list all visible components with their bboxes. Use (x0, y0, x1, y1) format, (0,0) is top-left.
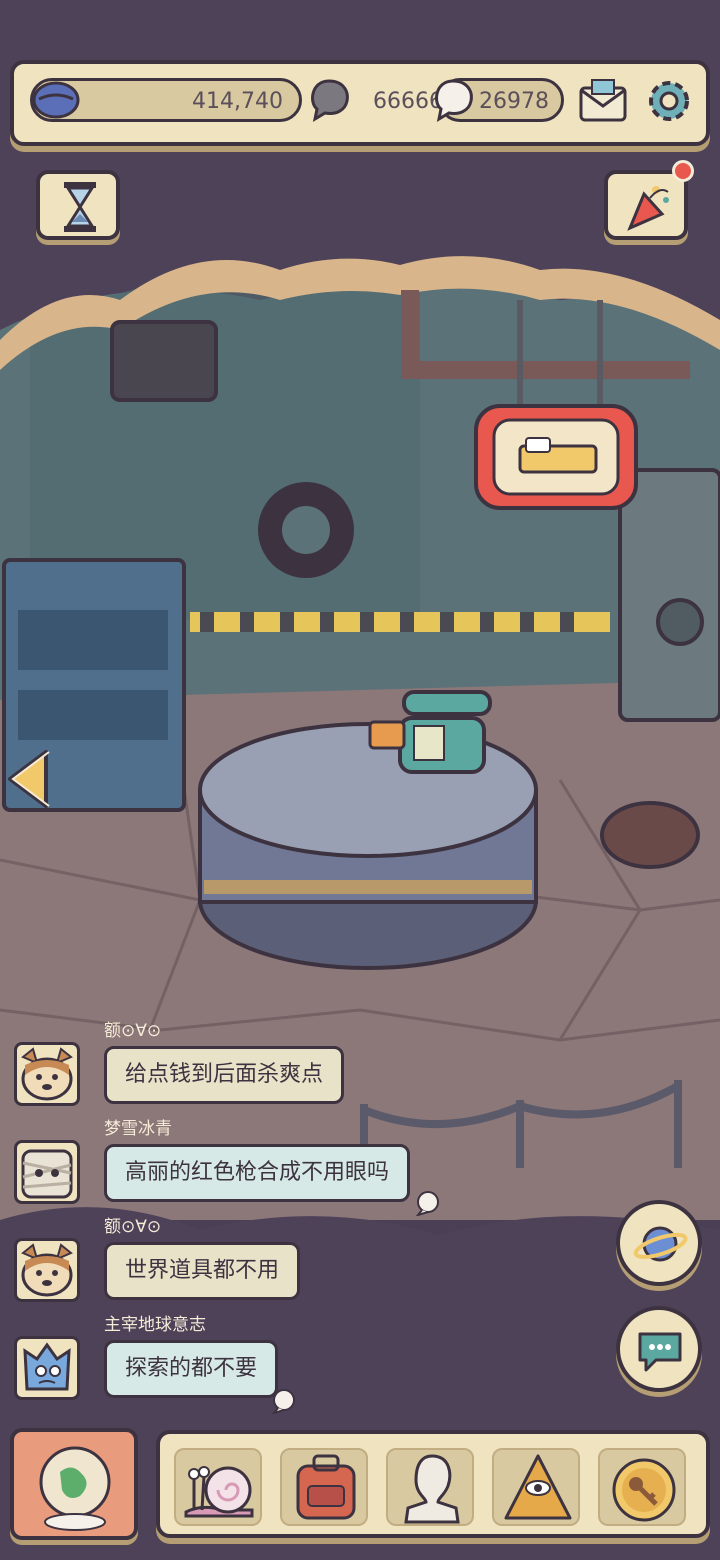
mail-icon[interactable] (578, 76, 628, 126)
mummy-avatar (14, 1140, 80, 1204)
planet-icon (632, 1216, 688, 1272)
snail-icon (182, 1452, 258, 1524)
chat-bubble: 高丽的红色枪合成不用眼吗 (104, 1144, 411, 1202)
white-gem-counter[interactable]: 26978 (435, 78, 564, 123)
chat-bubble: 世界道具都不用 (104, 1242, 301, 1300)
pyramid-eye-icon (500, 1452, 576, 1524)
nav-item-backpack[interactable] (280, 1448, 368, 1526)
crystal-ball-icon (32, 1442, 118, 1532)
timer-button[interactable] (36, 170, 120, 240)
coin-value: 414,740 (192, 89, 283, 114)
statue-icon (394, 1452, 470, 1524)
left-arrow-icon[interactable] (4, 748, 52, 810)
white-speech-gem-icon (431, 77, 475, 123)
purple-coin-icon (31, 77, 81, 123)
blue-creature-avatar (14, 1336, 80, 1400)
chat-bubble: 探索的都不要 (104, 1340, 279, 1398)
dog-avatar (14, 1042, 80, 1106)
backpack-icon (288, 1452, 364, 1524)
chat-username: 额⊙∀⊙ (104, 1217, 162, 1237)
chat-icon (632, 1322, 688, 1378)
coin-counter[interactable]: 414,740 (30, 78, 302, 122)
nav-item-snail[interactable] (174, 1448, 262, 1526)
gray-gem-counter[interactable]: 66666 (307, 77, 446, 123)
white-gem-value: 26978 (479, 89, 549, 114)
gray-speech-gem-icon (307, 77, 351, 123)
mystic-orb-button[interactable] (10, 1428, 138, 1540)
chat-username: 额⊙∀⊙ (104, 1021, 162, 1041)
events-button[interactable] (604, 160, 694, 240)
chat-bubble: 给点钱到后面杀爽点 (104, 1046, 345, 1104)
dog-avatar (14, 1238, 80, 1302)
key-coin-icon (606, 1452, 682, 1524)
nav-item-statue[interactable] (386, 1448, 474, 1526)
party-popper-icon (624, 180, 674, 234)
bottom-nav (156, 1430, 710, 1538)
hourglass-icon (58, 180, 102, 234)
gear-icon[interactable] (642, 74, 696, 128)
bubble-tail-icon (271, 1388, 296, 1415)
chat-button[interactable] (616, 1306, 702, 1392)
bubble-tail-icon (415, 1190, 440, 1217)
notification-dot (672, 160, 694, 182)
nav-item-pyramid[interactable] (492, 1448, 580, 1526)
world-button[interactable] (616, 1200, 702, 1286)
currency-bar: 414,740 66666 26978 (10, 60, 710, 146)
chat-username: 主宰地球意志 (104, 1315, 206, 1335)
nav-item-key-coin[interactable] (598, 1448, 686, 1526)
chat-username: 梦雪冰青 (104, 1119, 172, 1139)
